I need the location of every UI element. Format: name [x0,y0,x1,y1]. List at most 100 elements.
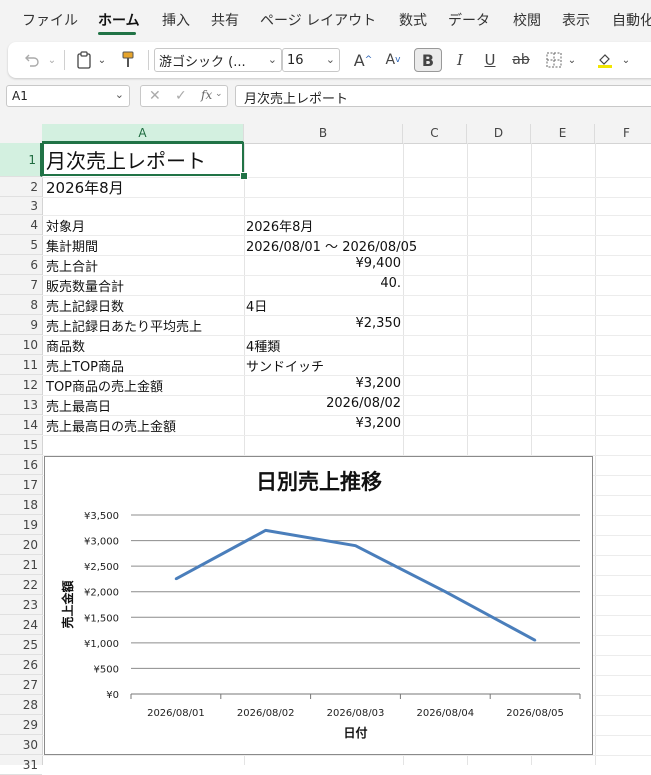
row-header-30[interactable]: 30 [0,735,42,755]
row-header-7[interactable]: 7 [0,275,42,295]
x-axis-label: 日付 [343,725,367,740]
row-header-29[interactable]: 29 [0,715,42,735]
tab-share[interactable]: 共有 [211,10,239,30]
check-icon[interactable]: ✓ [175,88,187,104]
row-header-26[interactable]: 26 [0,655,42,675]
row-header-10[interactable]: 10 [0,335,42,355]
row-header-6[interactable]: 6 [0,255,42,275]
table-row-label[interactable]: 対象月 [46,216,85,235]
table-row-label[interactable]: 売上最高日 [46,396,111,415]
table-row-value[interactable]: 2026年8月 [246,216,313,235]
italic-button[interactable]: I [448,48,472,72]
table-row-label[interactable]: 販売数量合計 [46,276,124,295]
tab-page-layout[interactable]: ページ レイアウト [260,10,376,30]
row-header-23[interactable]: 23 [0,595,42,615]
shrink-font-icon[interactable]: Av [380,48,406,72]
undo-icon[interactable] [20,48,44,72]
tab-data[interactable]: データ [448,10,490,30]
table-row-value[interactable]: 4種類 [246,336,280,355]
row-header-18[interactable]: 18 [0,495,42,515]
font-size-dropdown[interactable]: 16 ⌄ [282,48,340,72]
table-row-value[interactable]: ¥3,200 [246,376,402,391]
cancel-icon[interactable]: ✕ [149,88,161,104]
font-name-dropdown[interactable]: 游ゴシック (... ⌄ [154,48,282,72]
paste-icon[interactable] [72,48,96,72]
column-header-c[interactable]: C [403,124,467,143]
table-row-value[interactable]: ¥9,400 [246,256,402,271]
tab-automate[interactable]: 自動化 [612,10,651,30]
row-header-2[interactable]: 2 [0,177,42,197]
table-row-value[interactable]: 40. [246,276,401,291]
row-header-8[interactable]: 8 [0,295,42,315]
column-header-a[interactable]: A [42,124,244,143]
fill-color-dropdown-chevron-icon[interactable]: ⌄ [620,48,632,72]
formula-input[interactable]: 月次売上レポート [235,85,651,107]
row-header-28[interactable]: 28 [0,695,42,715]
table-row-label[interactable]: 集計期間 [46,236,98,255]
fill-handle[interactable] [240,172,248,180]
table-row-value[interactable]: サンドイッチ [246,356,324,375]
table-row-label[interactable]: 売上最高日の売上金額 [46,416,176,435]
row-header-19[interactable]: 19 [0,515,42,535]
column-header-f[interactable]: F [595,124,651,143]
row-header-31[interactable]: 31 [0,755,42,775]
table-row-value[interactable]: ¥3,200 [246,416,402,431]
table-row-label[interactable]: TOP商品の売上金額 [46,376,163,395]
table-row-label[interactable]: 売上記録日あたり平均売上 [46,316,202,335]
y-tick-label: ¥0 [106,690,119,701]
fill-color-icon[interactable] [594,48,616,72]
row-header-25[interactable]: 25 [0,635,42,655]
table-row-value[interactable]: 2026/08/01 〜 2026/08/05 [246,236,417,255]
table-row-label[interactable]: 売上記録日数 [46,296,124,315]
row-header-20[interactable]: 20 [0,535,42,555]
insert-function-button[interactable]: fx [201,88,212,102]
tab-home[interactable]: ホーム [98,10,140,30]
row-header-14[interactable]: 14 [0,415,42,435]
undo-dropdown-chevron-icon[interactable]: ⌄ [46,48,58,72]
column-header-e[interactable]: E [531,124,595,143]
column-header-b[interactable]: B [244,124,403,143]
format-painter-icon[interactable] [116,48,140,72]
row-header-17[interactable]: 17 [0,475,42,495]
row-headers: 1 2 3 4 5 6 7 8 9 10 11 12 13 14 15 16 17 18 19 20 21 22 23 24 2… [0,143,43,775]
row-header-15[interactable]: 15 [0,435,42,455]
underline-button[interactable]: U [478,48,502,72]
row-header-11[interactable]: 11 [0,355,42,375]
bold-button[interactable]: B [414,48,442,72]
borders-icon[interactable] [544,48,564,72]
cell-a2-subtitle[interactable]: 2026年8月 [46,177,124,198]
tab-formulas[interactable]: 数式 [399,10,427,30]
row-header-21[interactable]: 21 [0,555,42,575]
table-row-value[interactable]: 4日 [246,296,267,315]
paste-dropdown-chevron-icon[interactable]: ⌄ [96,48,108,72]
name-box[interactable]: A1 ⌄ [6,85,130,107]
row-header-16[interactable]: 16 [0,455,42,475]
row-header-4[interactable]: 4 [0,215,42,235]
row-header-3[interactable]: 3 [0,197,42,215]
row-header-1[interactable]: 1 [0,143,42,177]
tab-file[interactable]: ファイル [22,10,78,30]
table-row-value[interactable]: ¥2,350 [246,316,402,331]
chart-title: 日別売上推移 [256,470,382,494]
row-header-9[interactable]: 9 [0,315,42,335]
borders-dropdown-chevron-icon[interactable]: ⌄ [566,48,578,72]
tab-insert[interactable]: 挿入 [162,10,190,30]
column-header-d[interactable]: D [467,124,531,143]
ribbon-separator [148,50,149,70]
table-row-label[interactable]: 商品数 [46,336,85,355]
row-header-13[interactable]: 13 [0,395,42,415]
table-row-label[interactable]: 売上合計 [46,256,98,275]
tab-view[interactable]: 表示 [562,10,590,30]
grow-font-icon[interactable]: A ^ [350,48,376,72]
table-row-value[interactable]: 2026/08/02 [246,396,401,411]
row-header-22[interactable]: 22 [0,575,42,595]
line-chart[interactable]: 日別売上推移 ¥0 ¥500 ¥1,000 ¥1,500 ¥2,000 ¥2,500 ¥3,0… [44,456,593,755]
table-row-label[interactable]: 売上TOP商品 [46,356,124,375]
row-header-12[interactable]: 12 [0,375,42,395]
tab-review[interactable]: 校閲 [513,10,541,30]
y-tick-label: ¥1,000 [84,639,119,650]
row-header-5[interactable]: 5 [0,235,42,255]
row-header-24[interactable]: 24 [0,615,42,635]
strikethrough-button[interactable]: ab [508,48,534,72]
row-header-27[interactable]: 27 [0,675,42,695]
